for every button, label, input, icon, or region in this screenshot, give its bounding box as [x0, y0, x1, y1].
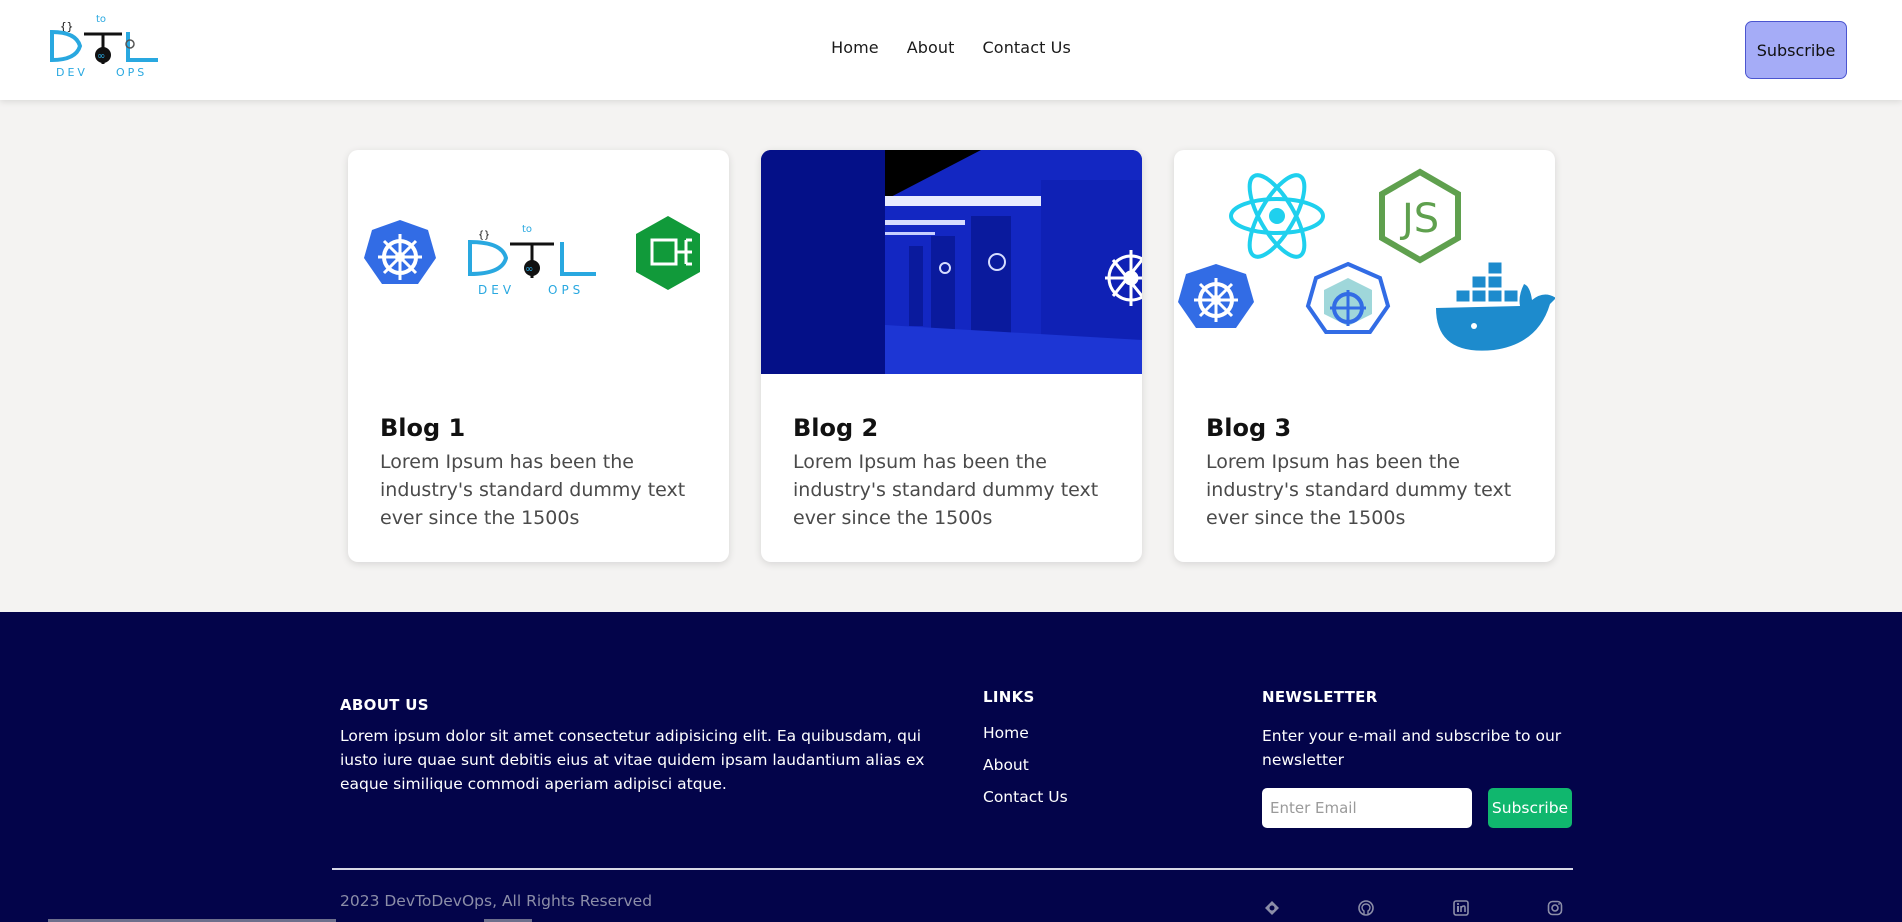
linkedin-icon[interactable] [1453, 900, 1469, 916]
svg-text:OPS: OPS [548, 283, 584, 297]
blog-3-title: Blog 3 [1206, 414, 1292, 442]
footer-link-home[interactable]: Home [983, 724, 1029, 742]
top-navbar: {} to ∞ DEV OPS Home About Contact Us Su… [0, 0, 1902, 100]
blog-2-image [761, 150, 1142, 374]
svg-text:to: to [96, 14, 106, 25]
nav-about[interactable]: About [907, 38, 955, 62]
devtodevops-logo-icon: {} to ∞ DEV OPS [468, 224, 596, 297]
svg-text:{}: {} [478, 230, 490, 241]
footer-divider [332, 868, 1573, 870]
blog-3-text: Lorem Ipsum has been the industry's stan… [1206, 451, 1512, 529]
diamond-icon[interactable] [1264, 900, 1280, 916]
nav-home[interactable]: Home [831, 38, 879, 62]
kubernetes-icon [364, 220, 436, 284]
blog-card-3[interactable]: JS Blog 3 Lorem Ipsum has been the indus… [1174, 150, 1555, 562]
svg-text:to: to [522, 224, 532, 235]
svg-text:DEV: DEV [56, 66, 88, 79]
svg-text:JS: JS [1399, 196, 1439, 242]
nodejs-icon: JS [1379, 168, 1461, 264]
svg-text:OPS: OPS [116, 66, 147, 79]
react-icon [1229, 173, 1325, 259]
footer-about-heading: ABOUT US [340, 696, 429, 714]
green-hexagon-icon [636, 216, 700, 290]
nav-contact-us[interactable]: Contact Us [983, 38, 1071, 62]
kubernetes-icon [1178, 264, 1254, 328]
footer-newsletter-text: Enter your e-mail and subscribe to our n… [1262, 727, 1562, 769]
svg-text:∞: ∞ [525, 264, 533, 275]
github-icon[interactable] [1358, 900, 1374, 916]
helm-icon [1305, 261, 1391, 334]
blog-1-image: {} to ∞ DEV OPS [348, 150, 729, 374]
blog-card-1[interactable]: {} to ∞ DEV OPS Blog 1 Lorem Ipsum has b… [348, 150, 729, 562]
site-footer: ABOUT US Lorem ipsum dolor sit amet cons… [0, 612, 1902, 922]
blog-3-image: JS [1174, 150, 1555, 374]
footer-link-about[interactable]: About [983, 756, 1029, 774]
svg-text:DEV: DEV [478, 283, 515, 297]
footer-link-contact-us[interactable]: Contact Us [983, 788, 1068, 806]
footer-copyright: 2023 DevToDevOps, All Rights Reserved [340, 892, 653, 910]
newsletter-subscribe-button[interactable]: Subscribe [1488, 788, 1572, 828]
blog-2-title: Blog 2 [793, 414, 879, 442]
instagram-icon[interactable] [1547, 900, 1563, 916]
footer-links-heading: LINKS [983, 688, 1035, 706]
header-subscribe-button[interactable]: Subscribe [1745, 21, 1847, 79]
blog-1-title: Blog 1 [380, 414, 466, 442]
newsletter-email-input[interactable] [1262, 788, 1472, 828]
blog-card-2[interactable]: Blog 2 Lorem Ipsum has been the industry… [761, 150, 1142, 562]
footer-newsletter-heading: NEWSLETTER [1262, 688, 1378, 706]
blog-1-text: Lorem Ipsum has been the industry's stan… [380, 451, 686, 529]
footer-about-text: Lorem ipsum dolor sit amet consectetur a… [340, 727, 925, 793]
main-nav: Home About Contact Us [0, 38, 1902, 62]
docker-icon [1436, 261, 1555, 351]
blog-2-text: Lorem Ipsum has been the industry's stan… [793, 451, 1099, 529]
